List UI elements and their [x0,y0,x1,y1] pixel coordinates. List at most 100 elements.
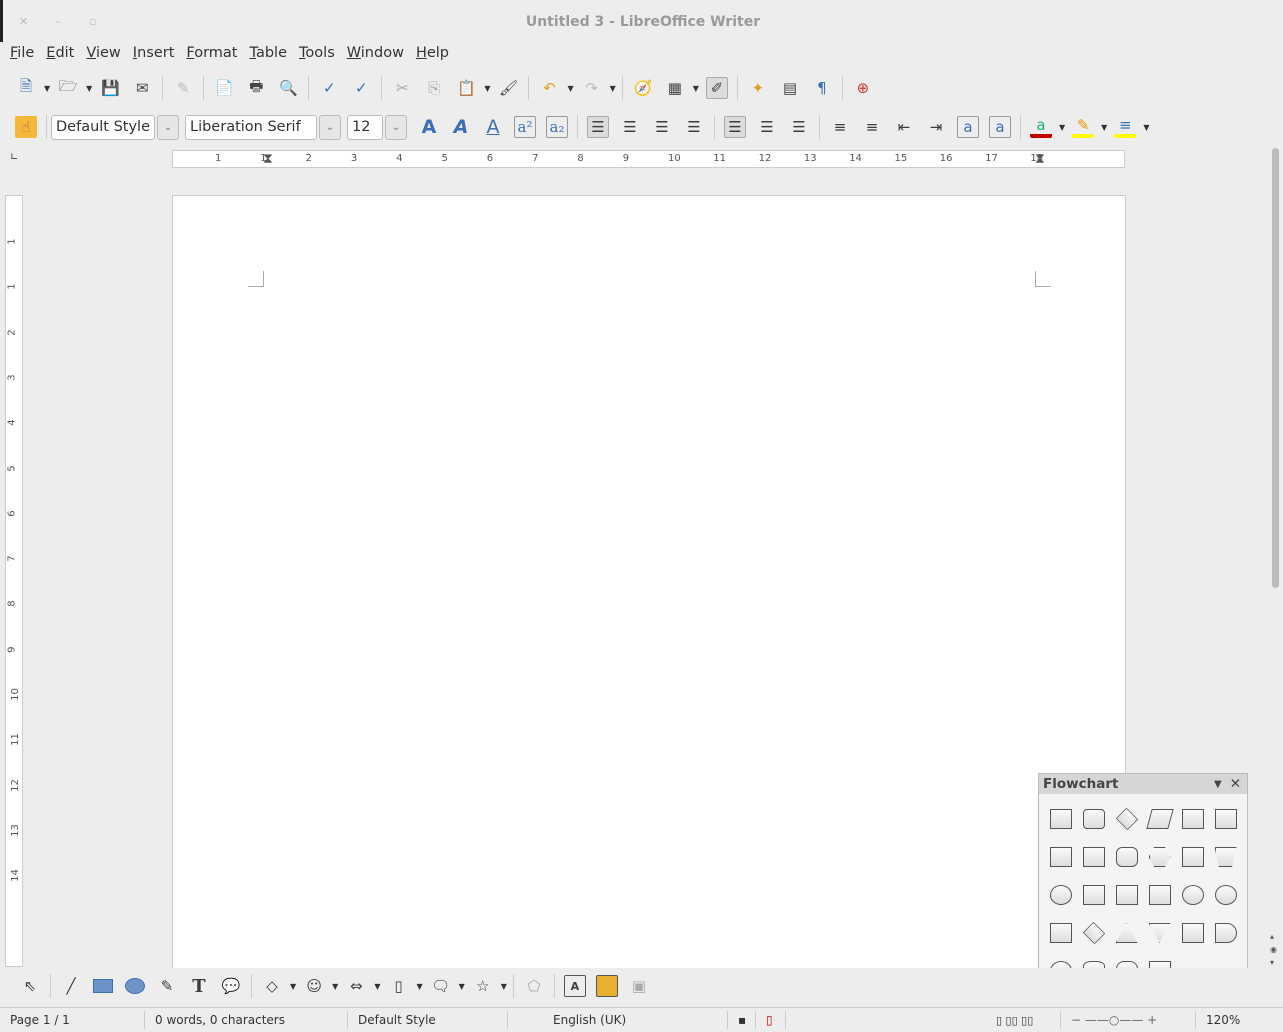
line-spacing-1-icon[interactable]: ☰ [724,116,746,138]
increase-spacing-icon[interactable]: a [957,116,979,138]
flowchart-terminator-button[interactable] [1110,838,1143,876]
styles-formatting-icon[interactable]: ☝ [15,116,37,138]
select-icon[interactable]: ⇖ [19,975,41,997]
decrease-spacing-icon[interactable]: a [989,116,1011,138]
copy-icon[interactable]: ⎘ [423,77,445,99]
print-preview-icon[interactable]: 🔍 [277,77,299,99]
block-arrows-dropdown[interactable]: ▼ [374,982,380,991]
menu-edit[interactable]: Edit [40,43,80,67]
undo-icon[interactable]: ↶ [538,77,560,99]
table-icon[interactable]: ▦ [664,77,686,99]
new-document-icon[interactable]: 🗎 [15,77,37,99]
open-dropdown[interactable]: ▼ [86,84,92,93]
flowchart-preparation-button[interactable] [1143,838,1176,876]
indent-marker[interactable]: ⧗ [263,151,273,167]
flowchart-document-button[interactable] [1044,838,1077,876]
paste-dropdown[interactable]: ▼ [484,84,490,93]
ellipse-icon[interactable] [124,975,146,997]
indent-marker[interactable]: ⧗ [1035,151,1045,167]
language[interactable]: English (UK) [508,1011,728,1029]
insert-mode-icon[interactable]: ▪ [728,1011,756,1029]
page-count[interactable]: Page 1 / 1 [0,1011,145,1029]
underline-icon[interactable]: A [482,116,504,138]
flowchart-connector-button[interactable] [1044,876,1077,914]
menu-view[interactable]: View [80,43,126,67]
email-icon[interactable]: ✉ [131,77,153,99]
redo-icon[interactable]: ↷ [581,77,603,99]
line-icon[interactable]: ╱ [60,975,82,997]
menu-file[interactable]: File [4,43,40,67]
flowchart-data-button[interactable] [1143,800,1176,838]
extrusion-icon[interactable]: ▣ [628,975,650,997]
font-size-combo[interactable]: 12 [347,114,383,140]
view-layout-icons[interactable]: ▯ ▯▯ ▯▯ [986,1011,1061,1029]
flowchart-extract-button[interactable] [1110,914,1143,952]
print-icon[interactable]: 🖶 [245,77,267,99]
highlighting-dropdown[interactable]: ▼ [1101,123,1107,132]
page-navigation[interactable]: ▴ ◉ ▾ [1270,930,1277,969]
paste-icon[interactable]: 📋 [455,77,477,99]
document-page[interactable] [172,195,1126,970]
italic-icon[interactable]: A [450,116,472,138]
basic-shapes-dropdown[interactable]: ▼ [290,982,296,991]
new-document-dropdown[interactable]: ▼ [44,84,50,93]
menu-tools[interactable]: Tools [293,43,341,67]
font-name-combo[interactable]: Liberation Serif [185,114,317,140]
increase-indent-icon[interactable]: ⇥ [925,116,947,138]
block-arrows-icon[interactable]: ⇔ [345,975,367,997]
bold-icon[interactable]: A [418,116,440,138]
autospellcheck-icon[interactable]: ✓ [350,77,372,99]
flowchart-punched-tape-button[interactable] [1143,876,1176,914]
export-pdf-icon[interactable]: 📄 [213,77,235,99]
insert-image-icon[interactable] [595,975,618,997]
open-icon[interactable]: 🗁 [57,77,79,99]
basic-shapes-icon[interactable]: ◇ [261,975,283,997]
menu-help[interactable]: Help [410,43,455,67]
menu-insert[interactable]: Insert [127,43,181,67]
justify-icon[interactable]: ☰ [683,116,705,138]
flowchart-or-button[interactable] [1209,876,1242,914]
scrollbar-thumb[interactable] [1272,148,1279,588]
flowchart-process-button[interactable] [1044,800,1077,838]
nonprinting-chars-icon[interactable]: ¶ [811,77,833,99]
superscript-icon[interactable]: a² [514,116,536,138]
points-icon[interactable]: ⬠ [523,975,545,997]
align-left-icon[interactable]: ☰ [587,116,609,138]
undo-dropdown[interactable]: ▼ [567,84,573,93]
rectangle-icon[interactable] [92,975,114,997]
callout-shapes-icon[interactable]: 🗨 [430,975,452,997]
stars-dropdown[interactable]: ▼ [501,982,507,991]
data-sources-icon[interactable]: ▤ [779,77,801,99]
flowchart-sort-button[interactable] [1077,914,1110,952]
font-color-dropdown[interactable]: ▼ [1059,123,1065,132]
tab-stop-selector[interactable]: ∟ [10,152,18,163]
spellcheck-icon[interactable]: ✓ [318,77,340,99]
bullets-icon[interactable]: ≡ [861,116,883,138]
panel-menu-icon[interactable]: ▼ [1214,779,1222,790]
background-color-icon[interactable]: ≡ [1114,116,1137,138]
page-style[interactable]: Default Style [348,1011,508,1029]
paragraph-style-dropdown[interactable]: ⌄ [157,114,179,140]
flowchart-alternate-process-button[interactable] [1077,800,1110,838]
flowchart-merge-button[interactable] [1143,914,1176,952]
highlighting-icon[interactable]: ✎ [1072,116,1095,138]
align-center-icon[interactable]: ☰ [619,116,641,138]
flowchart-delay-button[interactable] [1209,914,1242,952]
flowchart-manual-input-button[interactable] [1176,838,1209,876]
cut-icon[interactable]: ✂ [391,77,413,99]
background-color-dropdown[interactable]: ▼ [1143,123,1149,132]
align-right-icon[interactable]: ☰ [651,116,673,138]
flowchart-manual-operation-button[interactable] [1209,838,1242,876]
vertical-scrollbar[interactable] [1270,148,1280,968]
numbering-icon[interactable]: ≡ [829,116,851,138]
table-dropdown[interactable]: ▼ [693,84,699,93]
font-name-dropdown[interactable]: ⌄ [319,114,341,140]
flowchart-off-page-connector-button[interactable] [1077,876,1110,914]
flowchart-card-button[interactable] [1110,876,1143,914]
gallery-icon[interactable]: ✦ [747,77,769,99]
callouts-icon[interactable]: 💬 [220,975,242,997]
flowchart-dropdown[interactable]: ▼ [416,982,422,991]
navigator-icon[interactable]: 🧭 [632,77,654,99]
symbol-shapes-dropdown[interactable]: ▼ [332,982,338,991]
font-size-dropdown[interactable]: ⌄ [385,114,407,140]
